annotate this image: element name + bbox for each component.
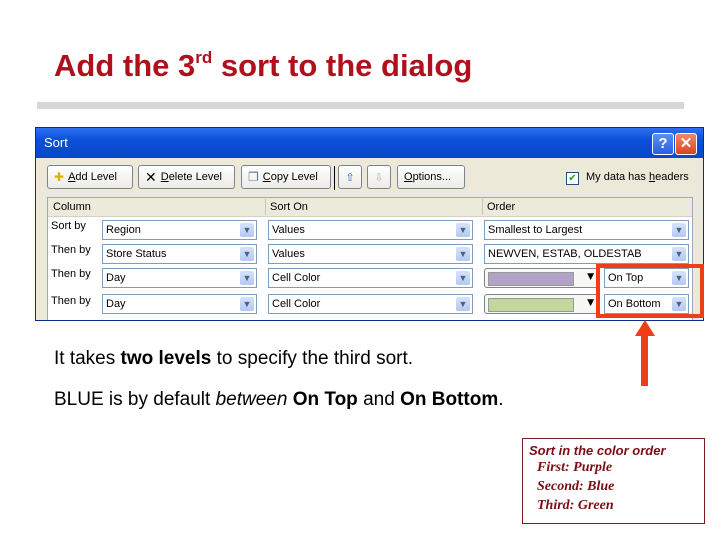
options-mnemonic: O	[404, 171, 413, 183]
text: to specify the third sort.	[211, 348, 414, 369]
bold-text: On Bottom	[400, 389, 499, 410]
color-order-note: Sort in the color order First: Purple Se…	[522, 438, 705, 524]
column-select[interactable]: Region ▼	[102, 220, 257, 240]
sort-on-value: Values	[272, 224, 305, 236]
color-picker[interactable]: ▼	[484, 294, 598, 314]
delete-x-icon: ✕	[145, 168, 157, 185]
color-swatch-purple	[488, 272, 574, 286]
dialog-titlebar: Sort ? ✕	[36, 128, 703, 158]
delete-level-label: elete Level	[168, 171, 222, 183]
column-value: Day	[106, 298, 126, 310]
note-line: Third: Green	[537, 498, 614, 513]
title-divider	[37, 102, 684, 109]
dropdown-arrow-icon[interactable]: ▼	[587, 272, 594, 282]
order-value: Smallest to Largest	[488, 224, 583, 236]
delete-level-button[interactable]: ✕ Delete Level	[138, 165, 235, 189]
title-superscript: rd	[195, 47, 213, 67]
sort-on-select[interactable]: Cell Color ▼	[268, 294, 473, 314]
chevron-down-icon[interactable]: ▼	[456, 271, 470, 285]
copy-level-label: opy Level	[270, 171, 318, 183]
header-sort-on: Sort On	[270, 201, 308, 213]
order-select[interactable]: NEWVEN, ESTAB, OLDESTAB ▼	[484, 244, 689, 264]
sort-on-value: Values	[272, 248, 305, 260]
chevron-down-icon[interactable]: ▼	[456, 297, 470, 311]
copy-icon: ❐	[248, 170, 259, 184]
slide-title: Add the 3rd sort to the dialog	[54, 48, 472, 84]
sort-on-select[interactable]: Values ▼	[268, 220, 473, 240]
column-select[interactable]: Day ▼	[102, 294, 257, 314]
sort-on-value: Cell Color	[272, 272, 321, 284]
row-label: Then by	[51, 244, 91, 256]
options-button[interactable]: Options...	[397, 165, 465, 189]
header-order: Order	[487, 201, 516, 213]
toolbar-separator	[334, 166, 335, 190]
headers-checkbox-label: My data has headers	[586, 171, 689, 183]
headers-label-post: eaders	[655, 171, 689, 183]
help-button[interactable]: ?	[652, 133, 674, 155]
copy-level-mnemonic: C	[262, 171, 271, 183]
body-text-line-1: It takes two levels to specify the third…	[54, 348, 413, 370]
header-column: Column	[53, 201, 91, 213]
note-heading: Sort in the color order	[529, 443, 666, 458]
order-select[interactable]: Smallest to Largest ▼	[484, 220, 689, 240]
text: It takes	[54, 348, 121, 369]
chevron-down-icon[interactable]: ▼	[240, 297, 254, 311]
italic-text: between	[215, 389, 288, 410]
dropdown-arrow-icon[interactable]: ▼	[587, 298, 594, 308]
add-level-label: dd Level	[75, 171, 117, 183]
title-text-suffix: sort to the dialog	[212, 48, 473, 83]
headers-label-pre: My data has	[586, 171, 649, 183]
chevron-down-icon[interactable]: ▼	[456, 223, 470, 237]
header-divider	[482, 199, 483, 215]
bold-text: On Top	[292, 389, 358, 410]
arrow-shaft	[641, 334, 648, 386]
chevron-down-icon[interactable]: ▼	[672, 223, 686, 237]
chevron-down-icon[interactable]: ▼	[672, 247, 686, 261]
title-text: Add the 3	[54, 48, 196, 83]
dialog-title: Sort	[44, 135, 68, 150]
sort-on-select[interactable]: Cell Color ▼	[268, 268, 473, 288]
move-up-button[interactable]: ⇧	[338, 165, 362, 189]
order-value: NEWVEN, ESTAB, OLDESTAB	[488, 248, 642, 260]
row-label: Then by	[51, 295, 91, 307]
close-button[interactable]: ✕	[675, 133, 697, 155]
copy-level-button[interactable]: ❐ Copy Level	[241, 165, 331, 189]
body-text-line-2: BLUE is by default between On Top and On…	[54, 389, 504, 411]
highlight-box	[596, 264, 704, 318]
column-select[interactable]: Day ▼	[102, 268, 257, 288]
color-picker[interactable]: ▼	[484, 268, 598, 288]
text: BLUE is by default	[54, 389, 216, 410]
color-swatch-green	[488, 298, 574, 312]
text: and	[357, 389, 401, 410]
row-label: Sort by	[51, 220, 86, 232]
note-line: First: Purple	[537, 460, 613, 475]
delete-level-mnemonic: D	[160, 171, 169, 183]
headers-checkbox[interactable]: ✔	[566, 172, 579, 185]
add-level-mnemonic: A	[68, 171, 76, 183]
chevron-down-icon[interactable]: ▼	[240, 247, 254, 261]
header-divider	[265, 199, 266, 215]
text: .	[498, 389, 504, 410]
note-line: Second: Blue	[537, 479, 615, 494]
add-level-button[interactable]: ✚ Add Level	[47, 165, 133, 189]
move-down-button[interactable]: ⇩	[367, 165, 391, 189]
bold-text: two levels	[120, 348, 212, 369]
chevron-down-icon[interactable]: ▼	[240, 271, 254, 285]
column-select[interactable]: Store Status ▼	[102, 244, 257, 264]
row-label: Then by	[51, 268, 91, 280]
chevron-down-icon[interactable]: ▼	[456, 247, 470, 261]
options-label: ptions...	[412, 171, 452, 183]
column-value: Region	[106, 224, 141, 236]
sort-on-select[interactable]: Values ▼	[268, 244, 473, 264]
add-level-icon: ✚	[54, 170, 65, 184]
grid-header: Column Sort On Order	[48, 198, 692, 217]
chevron-down-icon[interactable]: ▼	[240, 223, 254, 237]
sort-on-value: Cell Color	[272, 298, 321, 310]
column-value: Day	[106, 272, 126, 284]
column-value: Store Status	[106, 248, 167, 260]
